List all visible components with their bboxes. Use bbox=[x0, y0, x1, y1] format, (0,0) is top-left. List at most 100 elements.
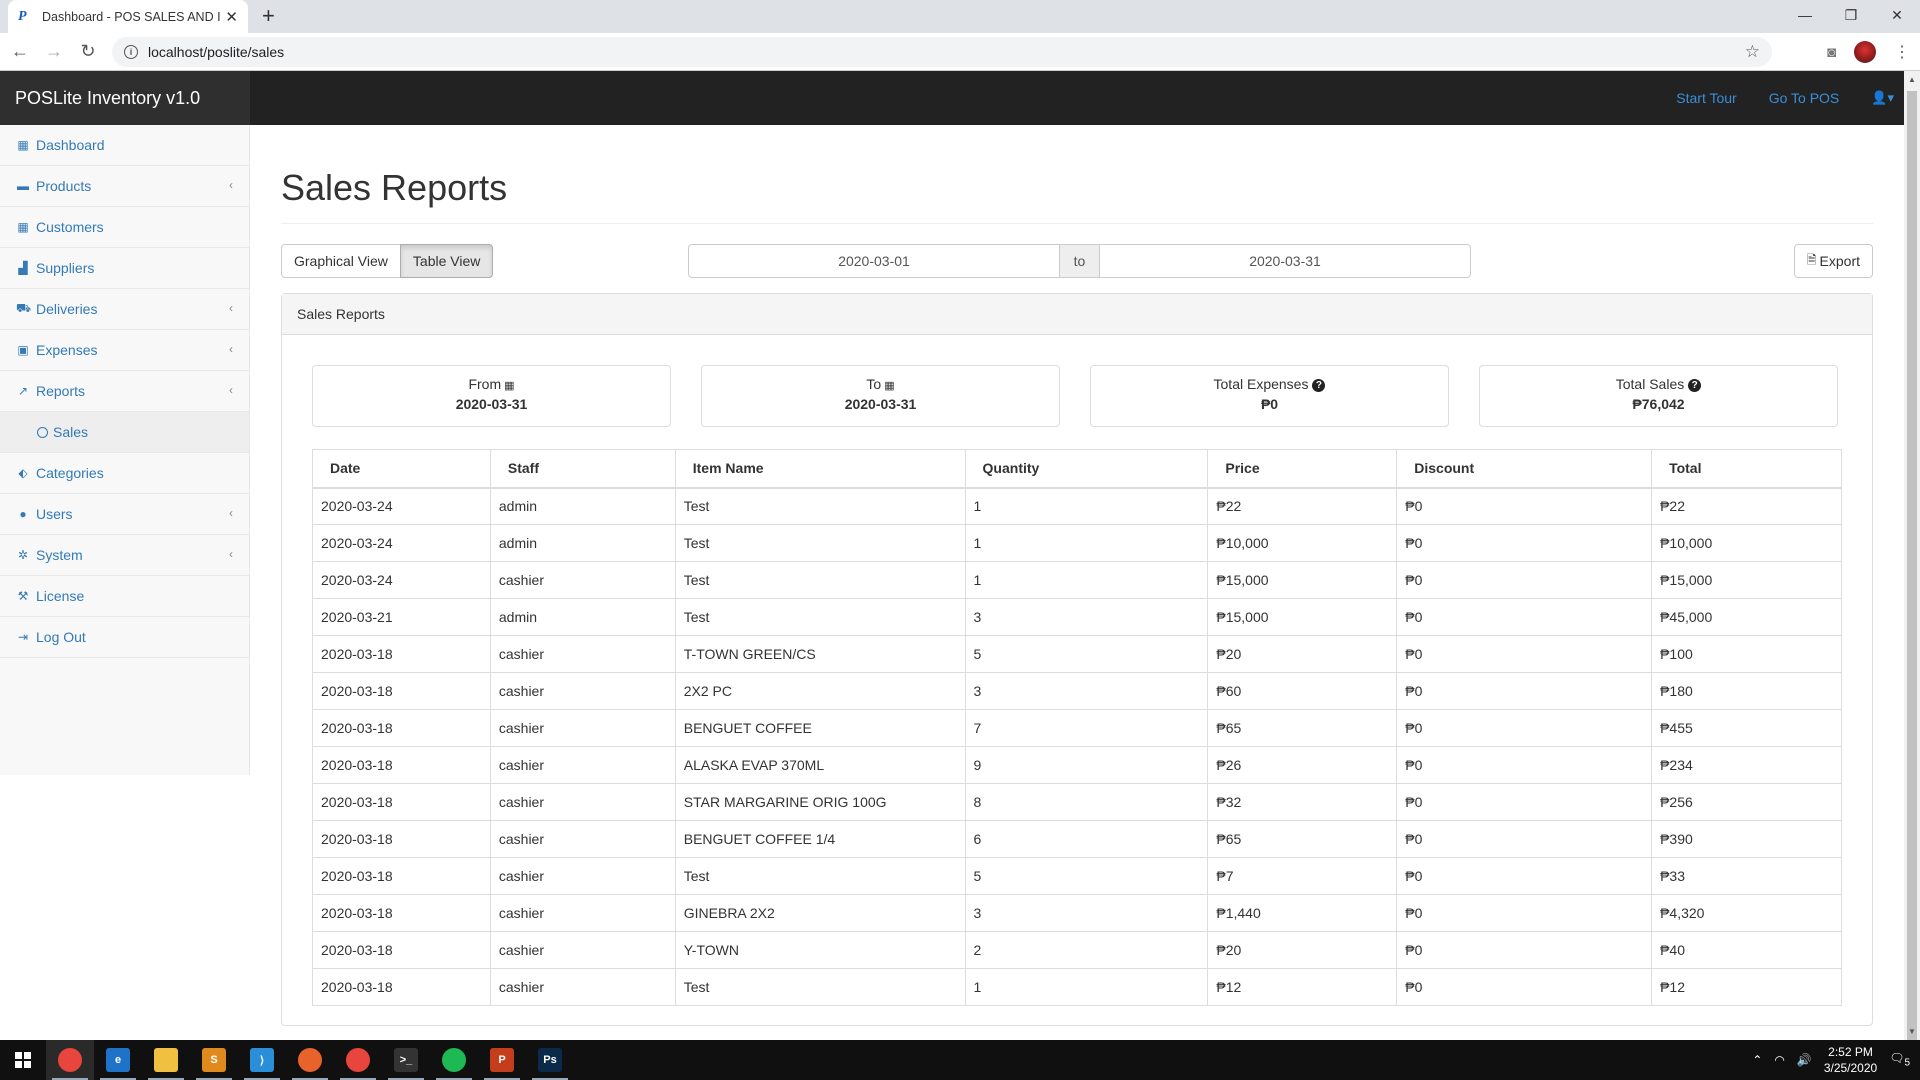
table-cell: 5 bbox=[964, 635, 1209, 673]
money-icon: ▣ bbox=[17, 343, 29, 357]
info-icon[interactable]: i bbox=[124, 45, 138, 59]
start-tour-link[interactable]: Start Tour bbox=[1676, 90, 1736, 106]
table-cell: ₱4,320 bbox=[1651, 894, 1842, 932]
date-range-picker: to bbox=[688, 244, 1471, 278]
sidebar-item-system[interactable]: ✲ System ‹ bbox=[0, 535, 249, 576]
table-cell: ₱45,000 bbox=[1651, 598, 1842, 636]
bookmark-star-icon[interactable]: ☆ bbox=[1745, 42, 1760, 62]
browser-tab[interactable]: P Dashboard - POS SALES AND INVENTORY ✕ bbox=[8, 0, 248, 33]
restore-icon[interactable]: ❐ bbox=[1828, 0, 1874, 30]
sidebar-item-products[interactable]: ▬ Products ‹ bbox=[0, 166, 249, 207]
sidebar-item-deliveries[interactable]: ⛟ Deliveries ‹ bbox=[0, 289, 249, 330]
table-cell: ₱10,000 bbox=[1651, 524, 1842, 562]
table-view-button[interactable]: Table View bbox=[399, 244, 494, 278]
minimize-icon[interactable]: — bbox=[1782, 0, 1828, 30]
chevron-left-icon: ‹ bbox=[229, 301, 233, 315]
taskbar-app-photoshop-icon[interactable]: Ps bbox=[526, 1040, 574, 1080]
table-cell: ₱0 bbox=[1396, 709, 1653, 747]
menu-dots-icon[interactable]: ⋮ bbox=[1894, 42, 1910, 62]
sidebar-item-users[interactable]: ● Users ‹ bbox=[0, 494, 249, 535]
sidebar-item-label: Suppliers bbox=[36, 260, 95, 276]
table-cell: 2020-03-24 bbox=[312, 561, 491, 599]
table-cell: 1 bbox=[964, 968, 1209, 1006]
column-header-total[interactable]: Total bbox=[1651, 449, 1842, 489]
table-cell: ₱10,000 bbox=[1207, 524, 1398, 562]
reload-icon[interactable]: ↻ bbox=[74, 41, 102, 62]
sidebar-subitem-sales[interactable]: Sales bbox=[0, 412, 249, 453]
sidebar-item-license[interactable]: ⚒ License bbox=[0, 576, 249, 617]
stat-label-text: To bbox=[866, 376, 882, 392]
address-bar[interactable]: i localhost/poslite/sales ☆ bbox=[112, 37, 1772, 67]
taskbar-app-powerpoint-icon[interactable]: P bbox=[478, 1040, 526, 1080]
volume-icon[interactable]: 🔊 bbox=[1797, 1053, 1812, 1067]
table-cell: 1 bbox=[964, 524, 1209, 562]
column-header-staff[interactable]: Staff bbox=[489, 449, 676, 489]
table-cell: 8 bbox=[964, 783, 1209, 821]
sidebar-item-categories[interactable]: ⬖ Categories bbox=[0, 453, 249, 494]
taskbar-app-firefox-icon[interactable] bbox=[286, 1040, 334, 1080]
profile-avatar[interactable] bbox=[1854, 41, 1876, 63]
scroll-down-icon[interactable]: ▼ bbox=[1908, 1027, 1916, 1036]
new-tab-icon[interactable]: + bbox=[262, 4, 275, 28]
chevron-left-icon: ‹ bbox=[229, 506, 233, 520]
go-to-pos-link[interactable]: Go To POS bbox=[1769, 90, 1840, 106]
taskbar-app-vscode-icon[interactable]: ⟩ bbox=[238, 1040, 286, 1080]
notifications-icon[interactable]: 🗨5 bbox=[1889, 1051, 1910, 1068]
taskbar-app-sublime-text-icon[interactable]: S bbox=[190, 1040, 238, 1080]
page-scrollbar[interactable]: ▲ ▼ bbox=[1904, 71, 1920, 1046]
firefox-icon bbox=[298, 1048, 322, 1072]
table-cell: 2020-03-18 bbox=[312, 635, 491, 673]
taskbar-app-chrome-icon[interactable] bbox=[334, 1040, 382, 1080]
sidebar-item-dashboard[interactable]: ▦ Dashboard bbox=[0, 125, 249, 166]
sidebar-item-log-out[interactable]: ⇥ Log Out bbox=[0, 617, 249, 658]
sidebar-item-label: Categories bbox=[36, 465, 104, 481]
taskbar-app-spotify-icon[interactable] bbox=[430, 1040, 478, 1080]
sidebar-item-expenses[interactable]: ▣ Expenses ‹ bbox=[0, 330, 249, 371]
chevron-up-icon[interactable]: ⌃ bbox=[1752, 1053, 1762, 1067]
brand-title[interactable]: POSLite Inventory v1.0 bbox=[0, 71, 250, 125]
back-icon[interactable]: ← bbox=[6, 41, 34, 62]
table-cell: 2020-03-18 bbox=[312, 783, 491, 821]
sidebar-item-label: Log Out bbox=[36, 629, 86, 645]
table-cell: cashier bbox=[489, 931, 676, 969]
windows-start-icon[interactable] bbox=[0, 1040, 46, 1080]
table-cell: 2020-03-18 bbox=[312, 931, 491, 969]
chevron-left-icon: ‹ bbox=[229, 342, 233, 356]
close-window-icon[interactable]: ✕ bbox=[1874, 0, 1920, 30]
export-button[interactable]: 🗎 Export bbox=[1793, 244, 1873, 278]
network-icon[interactable]: ◠ bbox=[1774, 1053, 1784, 1067]
table-cell: cashier bbox=[489, 894, 676, 932]
camera-icon[interactable]: ◙ bbox=[1827, 44, 1836, 61]
table-cell: ₱256 bbox=[1651, 783, 1842, 821]
user-dropdown-icon[interactable]: 👤▾ bbox=[1871, 90, 1894, 106]
sidebar-item-customers[interactable]: ▦ Customers bbox=[0, 207, 249, 248]
column-header-quantity[interactable]: Quantity bbox=[964, 449, 1209, 489]
sidebar-item-label: Customers bbox=[36, 219, 104, 235]
taskbar-app-file-explorer-icon[interactable] bbox=[142, 1040, 190, 1080]
date-to-input[interactable] bbox=[1099, 244, 1471, 278]
table-cell: 2020-03-24 bbox=[312, 524, 491, 562]
taskbar-app-terminal-icon[interactable]: >_ bbox=[382, 1040, 430, 1080]
column-header-price[interactable]: Price bbox=[1207, 449, 1398, 489]
tab-title: Dashboard - POS SALES AND INVENTORY bbox=[42, 9, 220, 24]
sales-table: Date Staff Item Name Quantity Price Discount T… bbox=[312, 449, 1842, 1006]
date-from-input[interactable] bbox=[688, 244, 1060, 278]
table-cell: 3 bbox=[964, 894, 1209, 932]
scroll-up-icon[interactable]: ▲ bbox=[1908, 75, 1916, 84]
column-header-item-name[interactable]: Item Name bbox=[674, 449, 966, 489]
url-text[interactable]: localhost/poslite/sales bbox=[148, 44, 284, 60]
sidebar-item-suppliers[interactable]: ▟ Suppliers bbox=[0, 248, 249, 289]
stat-label: Total Expenses? bbox=[1091, 376, 1448, 392]
graphical-view-button[interactable]: Graphical View bbox=[281, 244, 401, 278]
column-header-date[interactable]: Date bbox=[312, 449, 491, 489]
close-tab-icon[interactable]: ✕ bbox=[225, 8, 238, 26]
taskbar-app-chrome-icon[interactable] bbox=[46, 1040, 94, 1080]
table-row: 2020-03-24 admin Test 1 ₱22 ₱0 ₱22 bbox=[312, 487, 1842, 525]
table-cell: ₱60 bbox=[1207, 672, 1398, 710]
forward-icon[interactable]: → bbox=[40, 41, 68, 62]
clock[interactable]: 2:52 PM 3/25/2020 bbox=[1824, 1044, 1877, 1076]
taskbar-app-edge-icon[interactable]: e bbox=[94, 1040, 142, 1080]
sidebar-item-reports[interactable]: ↗ Reports ‹ bbox=[0, 371, 249, 412]
column-header-discount[interactable]: Discount bbox=[1396, 449, 1653, 489]
scrollbar-thumb[interactable] bbox=[1907, 91, 1917, 1046]
